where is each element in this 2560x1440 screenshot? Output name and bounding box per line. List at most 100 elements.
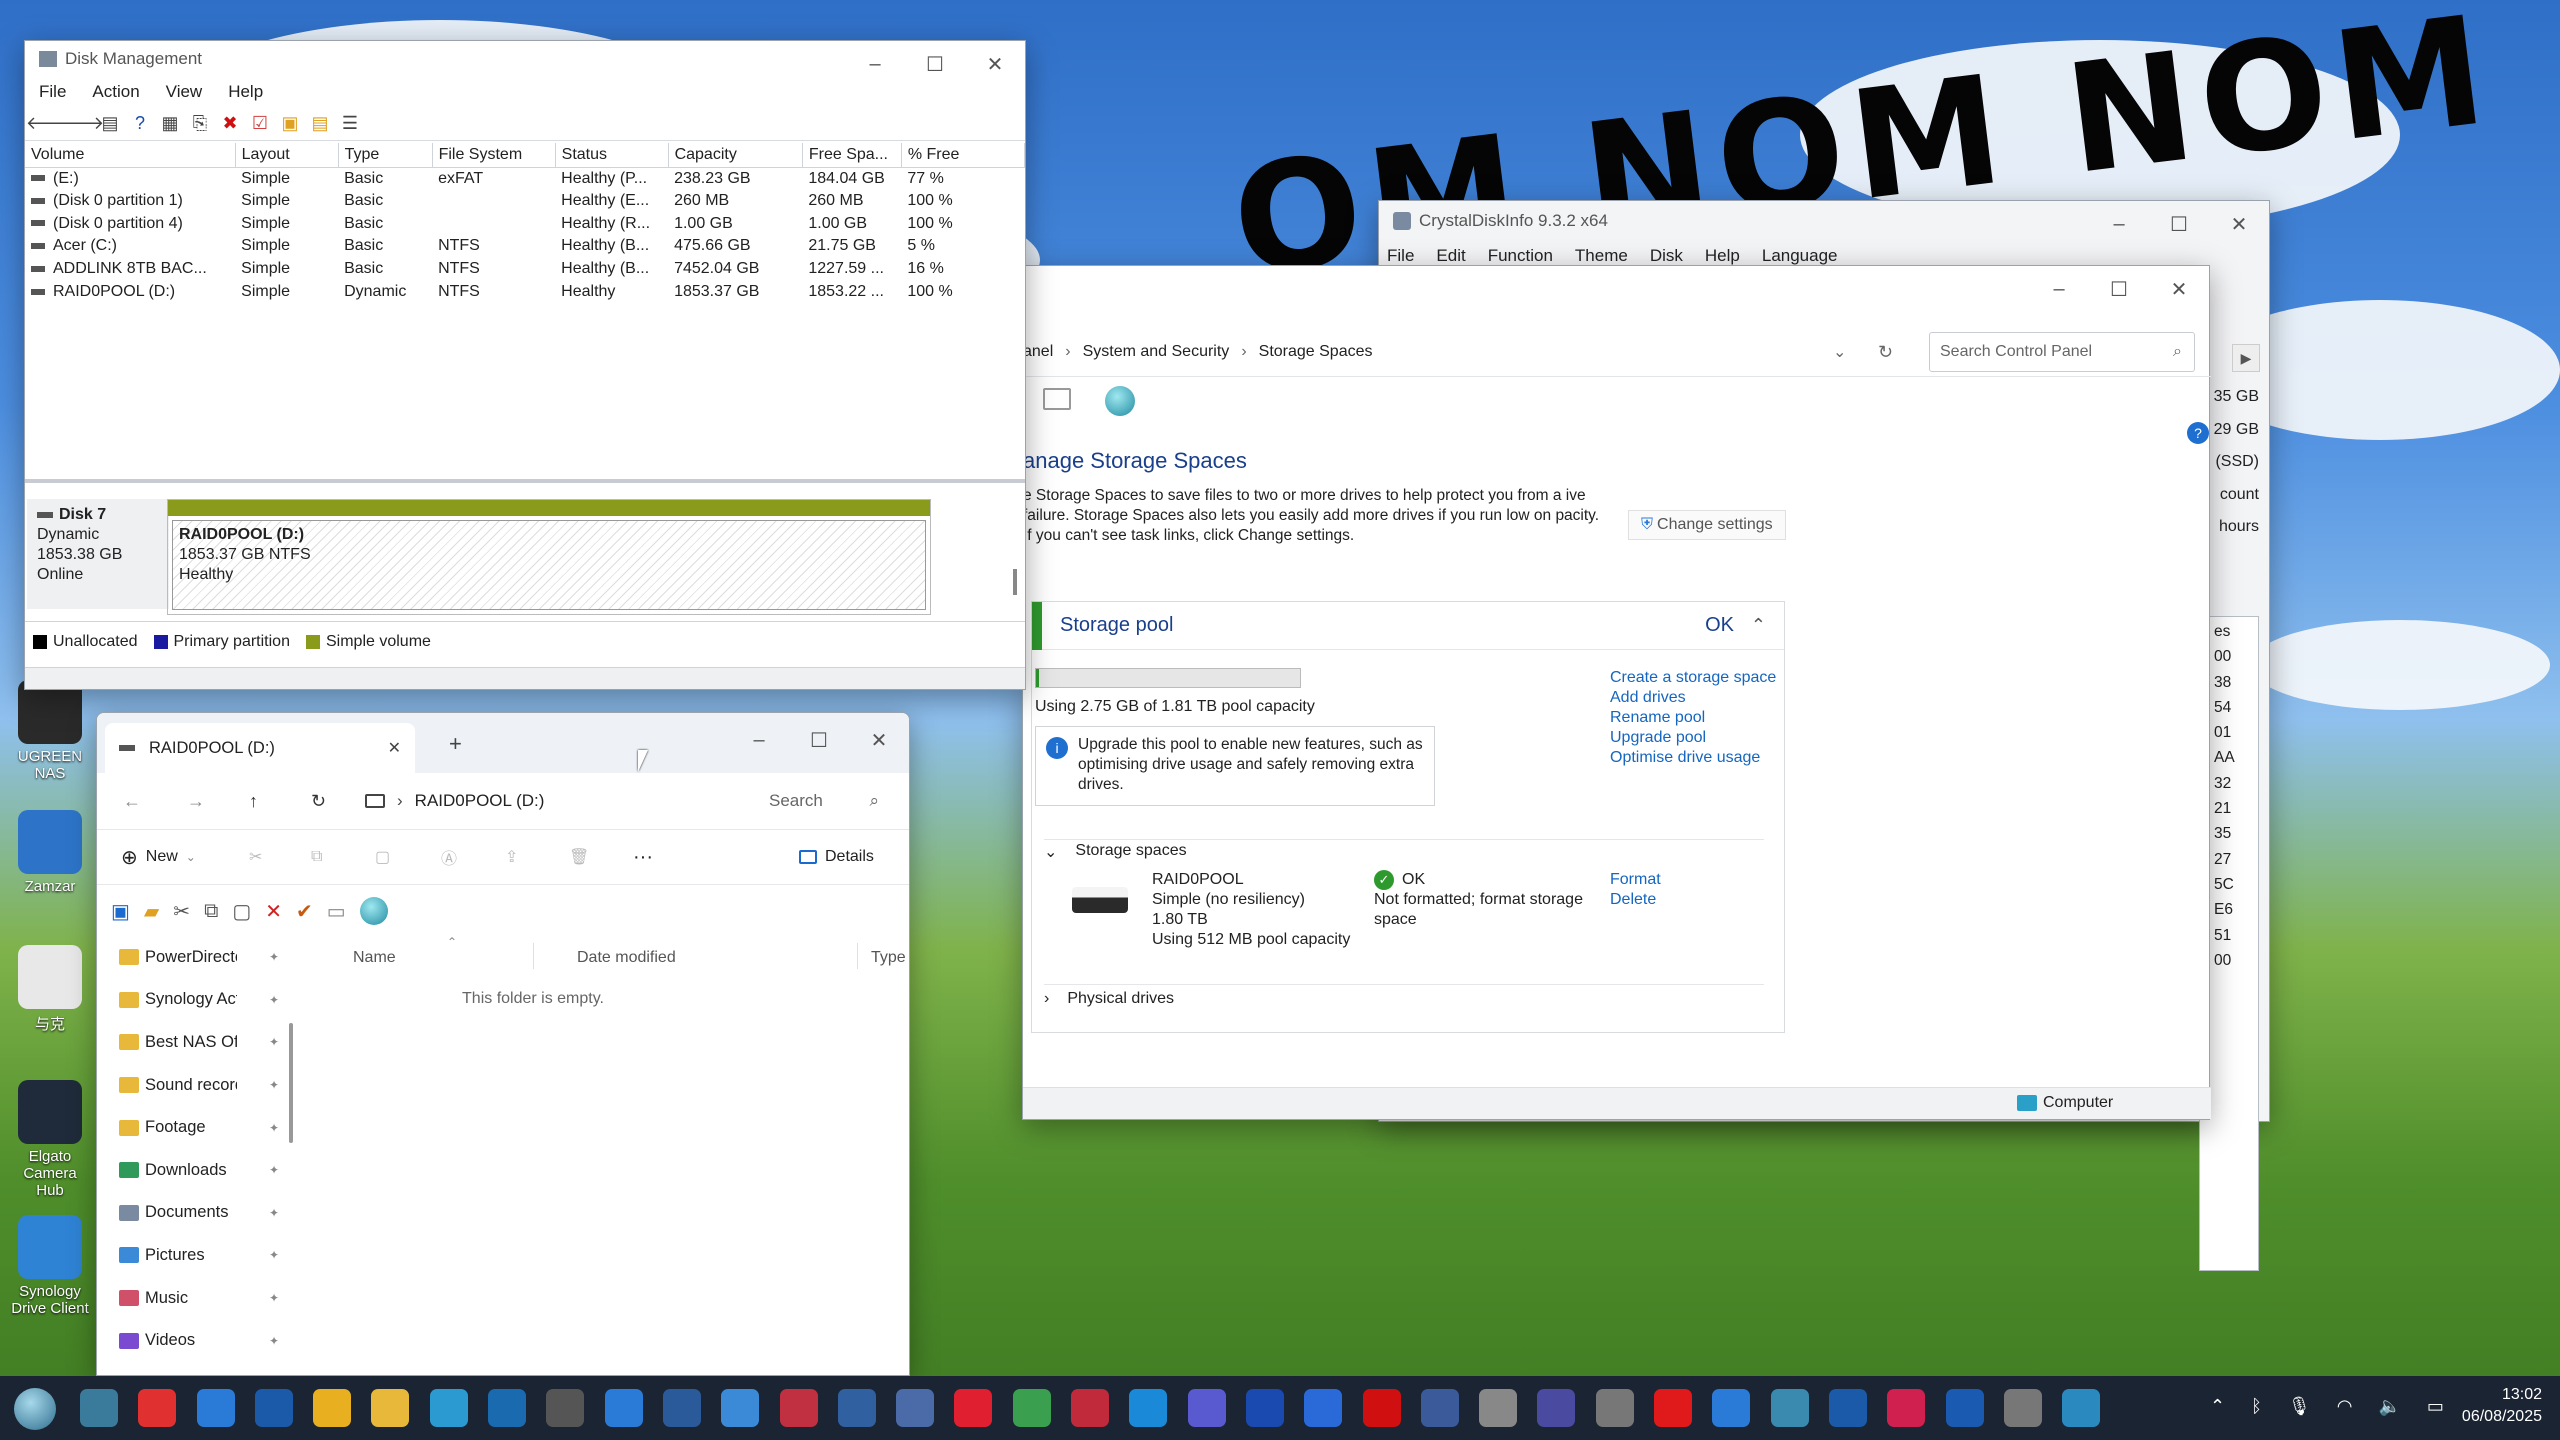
cut-icon[interactable]: ✂ <box>249 847 262 867</box>
taskbar-app-icon[interactable] <box>80 1389 118 1427</box>
menu-item-help[interactable]: Help <box>1705 246 1740 266</box>
back-icon[interactable]: ← <box>123 791 141 812</box>
menu-item-help[interactable]: Help <box>228 82 263 102</box>
taskbar-app-icon[interactable] <box>662 1389 701 1427</box>
more-icon[interactable]: ··· <box>633 846 653 869</box>
column-header[interactable]: File System <box>432 143 556 168</box>
breadcrumb-item-system-security[interactable]: System and Security <box>1083 343 1230 361</box>
taskbar-app-icon[interactable] <box>779 1389 818 1427</box>
table-row[interactable]: Acer (C:) Simple Basic NTFS Healthy (B... 475… <box>25 235 1025 258</box>
storage-spaces-icon[interactable] <box>359 897 388 925</box>
close-tab-icon[interactable]: ✕ <box>388 738 401 758</box>
chevron-down-icon[interactable]: ⌄ <box>1833 342 1846 362</box>
sidebar-item-best-nas-of[interactable]: Best NAS Of ✦ <box>97 1021 287 1064</box>
table-row[interactable]: (E:) Simple Basic exFAT Healthy (P... 238.23 … <box>25 167 1025 190</box>
forward-icon[interactable]: → <box>187 791 205 812</box>
change-settings-button[interactable]: ⛨ Change settings <box>1628 510 1786 540</box>
taskbar-app-icon[interactable] <box>546 1389 585 1427</box>
minimize-icon[interactable]: – <box>2089 201 2149 247</box>
minimize-icon[interactable]: – <box>729 717 789 763</box>
pin-icon[interactable]: ✦ <box>269 1163 279 1177</box>
pin-icon[interactable]: ✦ <box>269 950 279 964</box>
taskbar-app-icon[interactable] <box>954 1389 993 1427</box>
pin-icon[interactable]: ✦ <box>269 1248 279 1262</box>
desktop-icon-zamzar[interactable]: Zamzar <box>8 810 92 895</box>
pin-icon[interactable]: ✦ <box>269 1121 279 1135</box>
new-tab-icon[interactable]: + <box>449 731 462 757</box>
format-link[interactable]: Format <box>1610 870 1661 890</box>
column-header[interactable]: Free Spa... <box>802 143 902 168</box>
pin-icon[interactable]: ✦ <box>269 993 279 1007</box>
taskbar-app-icon[interactable] <box>1945 1389 1984 1427</box>
table-row[interactable]: (Disk 0 partition 1) Simple Basic Healthy (… <box>25 190 1025 213</box>
scrollbar-thumb[interactable] <box>1013 569 1017 595</box>
taskbar-app-icon[interactable] <box>1595 1389 1634 1427</box>
refresh-icon[interactable]: ↻ <box>311 791 326 812</box>
copy-icon[interactable]: ⧉ <box>204 900 218 923</box>
start-button[interactable] <box>14 1388 56 1430</box>
settings-icon[interactable]: ☰ <box>339 113 361 135</box>
column-header[interactable]: Layout <box>235 143 339 168</box>
taskbar-app-icon[interactable] <box>1712 1389 1751 1427</box>
taskbar-app-icon[interactable] <box>2062 1389 2101 1427</box>
help-icon[interactable]: ? <box>2187 422 2209 444</box>
pin-icon[interactable]: ✦ <box>269 1035 279 1049</box>
disk-info-panel[interactable]: Disk 7 Dynamic 1853.38 GB Online <box>27 499 169 609</box>
taskbar-app-icon[interactable] <box>1479 1389 1518 1427</box>
menu-item-file[interactable]: File <box>39 82 66 102</box>
search-input[interactable]: Search ⌕ <box>757 782 897 820</box>
menu-item-theme[interactable]: Theme <box>1575 246 1628 266</box>
desktop-icon-app[interactable]: 与克 <box>8 945 92 1034</box>
taskbar-app-icon[interactable] <box>2003 1389 2042 1427</box>
help-icon[interactable]: ? <box>129 113 151 135</box>
column-header[interactable]: Capacity <box>668 143 803 168</box>
delete-icon[interactable]: ✕ <box>265 899 282 924</box>
menu-item-action[interactable]: Action <box>92 82 139 102</box>
menu-item-edit[interactable]: Edit <box>1436 246 1465 266</box>
folder-options-icon[interactable]: ▰ <box>144 899 159 924</box>
sidebar-item-videos[interactable]: Videos ✦ <box>97 1319 287 1362</box>
up-icon[interactable]: ↑ <box>249 791 258 812</box>
menu-item-disk[interactable]: Disk <box>1650 246 1683 266</box>
breadcrumb-item-storage-spaces[interactable]: Storage Spaces <box>1259 343 1373 361</box>
properties-icon[interactable]: ▦ <box>159 113 181 135</box>
sidebar-item-footage[interactable]: Footage ✦ <box>97 1106 287 1149</box>
battery-icon[interactable]: ▭ <box>2427 1396 2444 1417</box>
desktop-icon-synology-drive[interactable]: Synology Drive Client <box>8 1215 92 1317</box>
file-explorer-window[interactable]: RAID0POOL (D:) ✕ + – ☐ ✕ ← → ↑ ↻ › RAID0… <box>96 712 910 1376</box>
close-icon[interactable]: ✕ <box>849 717 909 763</box>
taskbar-app-icon[interactable] <box>196 1389 235 1427</box>
chevron-up-icon[interactable]: ⌃ <box>1751 615 1766 636</box>
clock[interactable]: 13:02 06/08/2025 <box>2462 1384 2542 1428</box>
pool-task-link[interactable]: Rename pool <box>1610 708 1780 728</box>
desktop-icon-elgato[interactable]: Elgato Camera Hub <box>8 1080 92 1199</box>
taskbar-app-icon[interactable] <box>1012 1389 1051 1427</box>
pool-task-link[interactable]: Upgrade pool <box>1610 728 1780 748</box>
taskbar-app-icon[interactable] <box>1654 1389 1693 1427</box>
folder-icon[interactable]: ▣ <box>279 113 301 135</box>
minimize-icon[interactable]: – <box>845 41 905 87</box>
delete-link[interactable]: Delete <box>1610 890 1661 910</box>
storage-spaces-section[interactable]: ⌄ Storage spaces <box>1044 842 1187 862</box>
paste-icon[interactable]: ▢ <box>375 847 390 867</box>
disk-management-window[interactable]: Disk Management – ☐ ✕ File Action View Help… <box>24 40 1026 690</box>
rename-icon[interactable]: Ⓐ <box>441 845 457 869</box>
taskbar-app-icon[interactable] <box>138 1389 177 1427</box>
taskbar-app-icon[interactable] <box>371 1389 410 1427</box>
close-icon[interactable]: ✕ <box>2149 266 2209 312</box>
taskbar-app-icon[interactable] <box>1828 1389 1867 1427</box>
maximize-icon[interactable]: ☐ <box>789 717 849 763</box>
taskbar-app-icon[interactable] <box>1071 1389 1110 1427</box>
navigation-pane-icon[interactable]: ▣ <box>111 899 130 924</box>
taskbar-app-icon[interactable] <box>1187 1389 1226 1427</box>
column-header[interactable]: Type <box>338 143 433 168</box>
sidebar-item-powerdirecto[interactable]: PowerDirecto ✦ <box>97 936 287 979</box>
copy-icon[interactable]: ⧉ <box>311 848 322 866</box>
check-icon[interactable]: ☑ <box>249 113 271 135</box>
volume-icon[interactable]: 🔈 <box>2378 1396 2400 1417</box>
physical-drives-section[interactable]: › Physical drives <box>1044 990 1174 1008</box>
taskbar-app-icon[interactable] <box>896 1389 935 1427</box>
taskbar-app-icon[interactable] <box>721 1389 760 1427</box>
pin-icon[interactable]: ✦ <box>269 1206 279 1220</box>
paste-icon[interactable]: ▢ <box>232 899 251 924</box>
